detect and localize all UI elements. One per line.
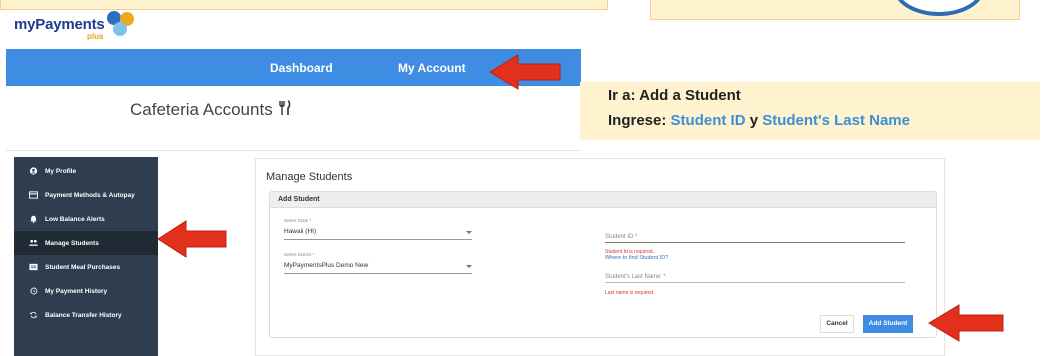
district-select-label: Select District * bbox=[284, 252, 315, 257]
instruction-prefix: Ingrese: bbox=[608, 112, 671, 129]
account-sidebar: My Profile Payment Methods & Autopay Low… bbox=[14, 157, 158, 356]
instruction-line-2: Ingrese: Student ID y Student's Last Nam… bbox=[608, 112, 910, 129]
instruction-line-1: Ir a: Add a Student bbox=[608, 87, 741, 104]
sidebar-item-manage-students[interactable]: Manage Students bbox=[14, 231, 158, 255]
nav-my-account[interactable]: My Account bbox=[398, 61, 466, 75]
student-id-underline bbox=[605, 242, 905, 243]
sidebar-item-payment-methods[interactable]: Payment Methods & Autopay bbox=[14, 183, 158, 207]
state-select-value: Hawaii (HI) bbox=[284, 228, 317, 235]
cancel-button[interactable]: Cancel bbox=[820, 315, 854, 333]
last-name-underline bbox=[605, 282, 905, 283]
sidebar-item-label: Manage Students bbox=[45, 240, 99, 247]
sidebar-item-my-payment-history[interactable]: My Payment History bbox=[14, 279, 158, 303]
logo-mark-icon bbox=[107, 11, 134, 36]
sidebar-item-label: Payment Methods & Autopay bbox=[45, 192, 135, 199]
district-select-underline bbox=[284, 273, 472, 274]
find-student-id-link[interactable]: Where to find Student ID? bbox=[605, 255, 668, 261]
state-select-label: Select State * bbox=[284, 218, 312, 223]
district-select-value: MyPaymentsPlus Demo New bbox=[284, 262, 369, 269]
last-name-placeholder: Student's Last Name' * bbox=[605, 274, 666, 280]
student-id-placeholder: Student ID * bbox=[605, 234, 638, 240]
state-select-underline bbox=[284, 239, 472, 240]
sidebar-item-student-meal-purchases[interactable]: Student Meal Purchases bbox=[14, 255, 158, 279]
manage-students-panel: Manage Students Add Student Select State… bbox=[255, 158, 945, 356]
sidebar-item-label: Balance Transfer History bbox=[45, 312, 122, 319]
mypaymentsplus-logo: myPayments plus bbox=[14, 10, 164, 44]
sidebar-item-label: Low Balance Alerts bbox=[45, 216, 105, 223]
cropped-note-fragment bbox=[0, 0, 608, 10]
card-title: Add Student bbox=[278, 196, 320, 203]
instruction-callout: Ir a: Add a Student Ingrese: Student ID … bbox=[580, 82, 1040, 140]
logo-plus-text: plus bbox=[87, 32, 104, 41]
instruction-join: y bbox=[745, 112, 763, 129]
receipt-icon bbox=[29, 263, 38, 271]
sidebar-item-my-profile[interactable]: My Profile bbox=[14, 159, 158, 183]
header-divider bbox=[6, 150, 581, 151]
add-student-card: Add Student Select State * Hawaii (HI) S… bbox=[269, 191, 937, 338]
card-header: Add Student bbox=[270, 192, 936, 208]
sidebar-item-label: Student Meal Purchases bbox=[45, 264, 121, 271]
sidebar-item-label: My Payment History bbox=[45, 288, 108, 295]
last-name-error: Last name is required. bbox=[605, 290, 655, 296]
chevron-down-icon bbox=[466, 265, 472, 268]
credit-card-icon bbox=[29, 191, 38, 199]
state-select[interactable]: Hawaii (HI) bbox=[284, 225, 472, 240]
arrow-left-icon bbox=[157, 220, 227, 258]
bell-icon bbox=[30, 215, 37, 223]
fork-knife-icon bbox=[279, 100, 291, 115]
sidebar-item-low-balance-alerts[interactable]: Low Balance Alerts bbox=[14, 207, 158, 231]
arrow-left-icon bbox=[489, 54, 561, 90]
arrow-left-icon bbox=[928, 304, 1004, 342]
district-select[interactable]: MyPaymentsPlus Demo New bbox=[284, 259, 472, 274]
add-student-button[interactable]: Add Student bbox=[863, 315, 913, 333]
sidebar-item-balance-transfer-history[interactable]: Balance Transfer History bbox=[14, 303, 158, 327]
instruction-student-id: Student ID bbox=[670, 112, 746, 129]
transfer-icon bbox=[30, 311, 37, 319]
page-title-text: Cafeteria Accounts bbox=[130, 100, 273, 119]
students-icon bbox=[29, 239, 38, 246]
student-id-field[interactable]: Student ID * bbox=[605, 232, 905, 244]
instruction-last-name: Student's Last Name bbox=[762, 112, 910, 129]
logo-text: myPayments bbox=[14, 16, 105, 33]
history-icon bbox=[29, 287, 38, 295]
sidebar-item-label: My Profile bbox=[45, 168, 77, 175]
last-name-field[interactable]: Student's Last Name' * bbox=[605, 272, 905, 284]
panel-title: Manage Students bbox=[266, 171, 353, 183]
page-title: Cafeteria Accounts bbox=[130, 100, 293, 120]
user-circle-icon bbox=[29, 167, 38, 175]
chevron-down-icon bbox=[466, 231, 472, 234]
nav-dashboard[interactable]: Dashboard bbox=[270, 61, 333, 75]
